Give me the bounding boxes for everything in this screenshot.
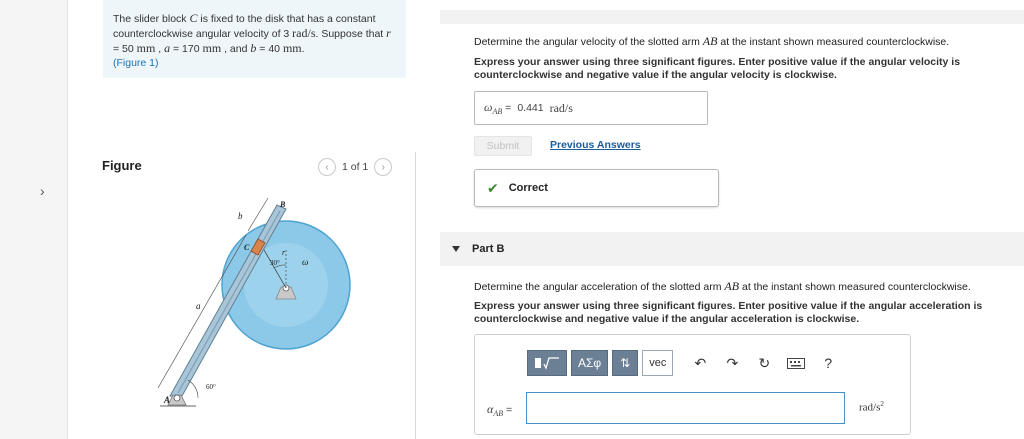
- prompt-var-ab: AB: [724, 279, 740, 293]
- answer-value: 0.441: [517, 102, 544, 114]
- answer-label: αAB =: [487, 402, 513, 419]
- label-60-deg: 60°: [206, 383, 216, 391]
- part-b-prompt: Determine the angular acceleration of th…: [474, 279, 971, 294]
- problem-text: ,: [155, 43, 165, 55]
- reset-icon[interactable]: ↻: [751, 350, 777, 376]
- problem-text: = 50: [113, 43, 137, 55]
- part-a-prompt: Determine the angular velocity of the sl…: [474, 34, 949, 49]
- answer-unit: rad/s2: [859, 400, 884, 414]
- unit-mm: mm: [282, 41, 302, 55]
- redo-icon[interactable]: ↷: [719, 350, 745, 376]
- figure-heading: Figure: [102, 158, 142, 173]
- undo-icon[interactable]: ↶: [687, 350, 713, 376]
- answer-unit: rad/s: [549, 100, 573, 115]
- check-icon: ✔: [487, 179, 499, 196]
- part-b-header-band: [440, 232, 1024, 266]
- arrows-button[interactable]: ⇅: [612, 350, 639, 376]
- pager-text: 1 of 1: [342, 161, 369, 173]
- prompt-text: Determine the angular acceleration of th…: [474, 281, 725, 293]
- panel-divider: [415, 152, 416, 439]
- label-a-length: a: [196, 301, 201, 311]
- prompt-var-ab: AB: [702, 34, 718, 48]
- label-b-point: B: [279, 200, 286, 209]
- problem-text: . Suppose that: [315, 28, 387, 40]
- greek-symbols-button[interactable]: ΑΣφ: [571, 350, 609, 376]
- chevron-left-icon[interactable]: ‹: [318, 158, 336, 176]
- label-a-point: A: [163, 395, 170, 405]
- feedback-text: Correct: [508, 182, 548, 194]
- unit-rad-s: rad/s: [292, 26, 316, 40]
- var-r: r: [386, 26, 391, 40]
- previous-answers-link[interactable]: Previous Answers: [550, 139, 641, 151]
- unit-mm: mm: [136, 41, 156, 55]
- label-omega: ω: [302, 257, 308, 267]
- problem-text: .: [301, 43, 305, 55]
- keyboard-icon[interactable]: [783, 350, 809, 376]
- part-b-toggle[interactable]: Part B: [452, 243, 504, 255]
- page: › The slider block C is fixed to the dis…: [0, 0, 1024, 439]
- left-gutter: ›: [0, 0, 68, 439]
- label-c-point: C: [244, 243, 250, 252]
- figure-pager: ‹ 1 of 1 ›: [318, 158, 393, 176]
- expand-chevron-icon[interactable]: ›: [40, 183, 45, 199]
- part-a-instructions: Express your answer using three signific…: [474, 56, 961, 81]
- mechanism-figure: A B C a b r ω 30° 60°: [157, 197, 351, 407]
- prompt-text: Determine the angular velocity of the sl…: [474, 36, 703, 48]
- answer-label: ωAB =: [484, 99, 512, 117]
- help-button[interactable]: ?: [815, 350, 841, 376]
- collapse-triangle-icon: [452, 246, 460, 252]
- unit-mm: mm: [202, 41, 222, 55]
- label-b-length: b: [238, 211, 243, 221]
- vec-button[interactable]: vec: [642, 350, 674, 376]
- part-b-title: Part B: [472, 243, 505, 255]
- part-b-instructions: Express your answer using three signific…: [474, 300, 983, 325]
- equation-editor: ΑΣφ ⇅ vec ↶ ↷ ↻ ? αAB = rad/s2: [474, 334, 911, 435]
- pin-a: [173, 394, 181, 402]
- parts-panel: Determine the angular velocity of the sl…: [440, 0, 1024, 439]
- problem-text: = 170: [170, 43, 203, 55]
- prompt-text: at the instant shown measured counterclo…: [717, 36, 950, 48]
- equation-toolbar: ΑΣφ ⇅ vec ↶ ↷ ↻ ?: [527, 350, 841, 376]
- problem-text: The slider block: [113, 13, 190, 25]
- problem-text: = 40: [256, 43, 283, 55]
- part-a-answer-display: ωAB = 0.441 rad/s: [474, 91, 708, 125]
- feedback-correct: ✔ Correct: [474, 169, 719, 207]
- problem-text: , and: [221, 43, 251, 55]
- fraction-root-template-icon[interactable]: [527, 350, 567, 376]
- label-30-deg: 30°: [270, 259, 280, 267]
- answer-input[interactable]: [526, 392, 845, 424]
- problem-statement: The slider block C is fixed to the disk …: [103, 0, 406, 78]
- figure-link[interactable]: (Figure 1): [113, 57, 159, 69]
- submit-button[interactable]: Submit: [474, 136, 532, 156]
- part-a-header-band: [440, 10, 1024, 24]
- chevron-right-icon[interactable]: ›: [374, 158, 393, 176]
- prompt-text: at the instant shown measured counterclo…: [739, 281, 971, 293]
